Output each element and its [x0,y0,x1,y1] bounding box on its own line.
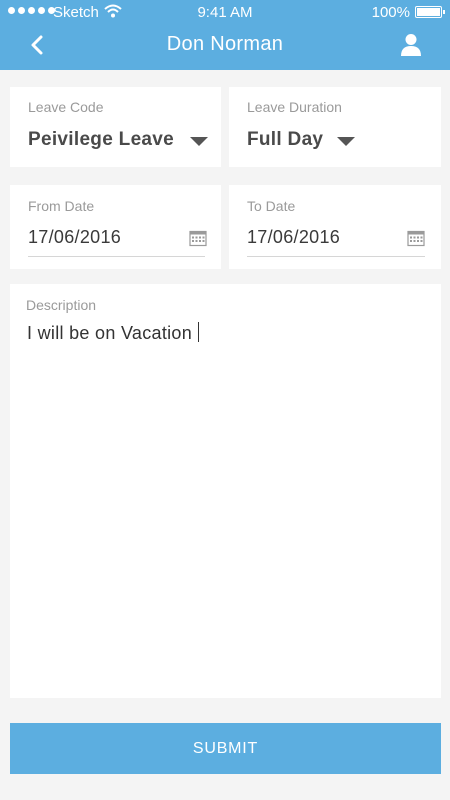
description-text: I will be on Vacation [27,322,200,344]
calendar-icon[interactable] [407,229,425,247]
description-label: Description [26,297,97,313]
dropdown-caret-icon [337,137,355,146]
field-underline [247,256,425,257]
leave-code-select[interactable]: Leave Code Peivilege Leave [10,87,221,167]
leave-duration-select[interactable]: Leave Duration Full Day [229,87,441,167]
leave-request-screen: Sketch 9:41 AM 100% Don Norman Leave Cod… [0,0,450,800]
description-value: I will be on Vacation [27,323,193,343]
text-cursor [198,322,200,342]
leave-duration-label: Leave Duration [247,99,342,115]
to-date-value: 17/06/2016 [247,227,341,247]
battery-icon [415,6,445,18]
description-field[interactable]: Description I will be on Vacation [10,284,441,698]
app-header: Sketch 9:41 AM 100% Don Norman [0,0,450,70]
from-date-field[interactable]: From Date 17/06/2016 [10,185,221,269]
battery-percentage: 100% [371,4,410,21]
leave-duration-value: Full Day [247,129,324,150]
leave-code-label: Leave Code [28,99,104,115]
from-date-value: 17/06/2016 [28,227,122,247]
to-date-label: To Date [247,198,296,214]
user-icon[interactable] [400,32,422,58]
status-bar: Sketch 9:41 AM 100% [0,0,450,26]
leave-code-value: Peivilege Leave [28,129,175,150]
to-date-field[interactable]: To Date 17/06/2016 [229,185,441,269]
from-date-label: From Date [28,198,95,214]
calendar-icon[interactable] [189,229,207,247]
page-title: Don Norman [166,33,284,55]
dropdown-caret-icon [190,137,208,146]
field-underline [28,256,205,257]
submit-button[interactable]: SUBMIT [10,723,441,774]
